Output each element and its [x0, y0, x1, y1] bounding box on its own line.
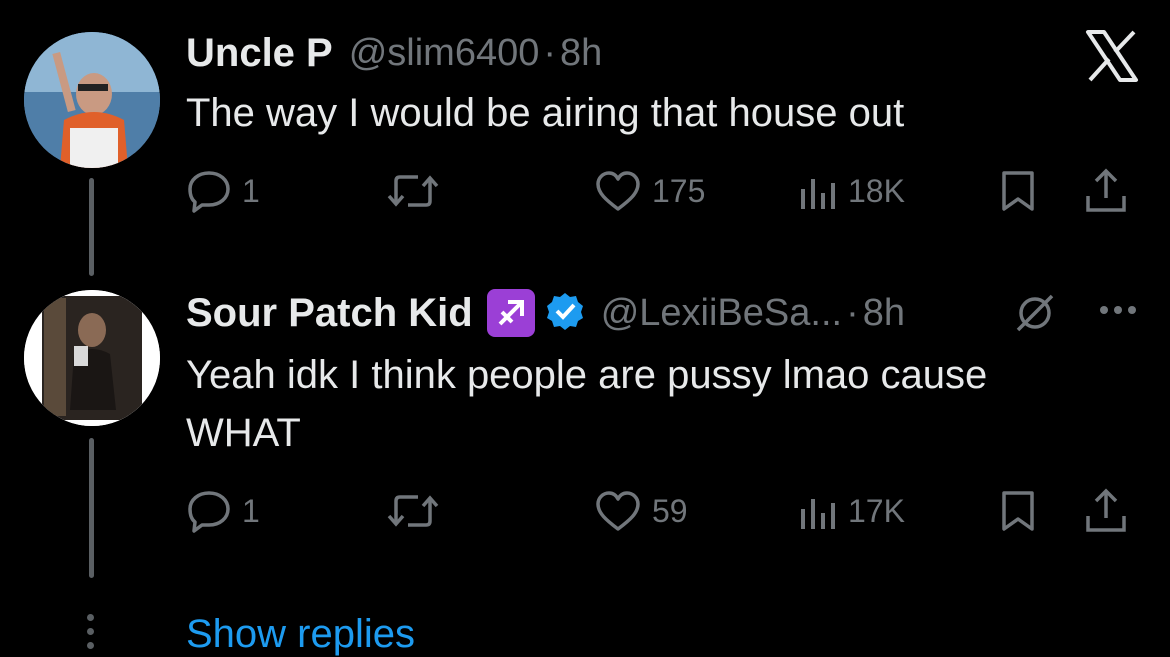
retweet-button[interactable] [386, 486, 440, 536]
bookmark-icon [998, 489, 1038, 533]
view-count: 17K [848, 492, 905, 529]
like-button[interactable]: 59 [594, 486, 688, 536]
reply-count: 1 [242, 492, 260, 529]
more-icon[interactable] [1096, 288, 1140, 337]
views-button[interactable]: 17K [798, 486, 905, 536]
action-bar: 1 59 17K [186, 486, 1140, 536]
retweet-icon [386, 489, 440, 533]
separator: · [846, 291, 859, 334]
like-icon [594, 489, 642, 533]
share-icon [1084, 488, 1128, 534]
views-icon [798, 489, 838, 533]
show-replies-link[interactable]: Show replies [186, 612, 415, 657]
tweet-2[interactable]: Sour Patch Kid @LexiiBeSa... · 8h Yeah i… [0, 0, 1170, 600]
bookmark-button[interactable] [998, 486, 1038, 536]
mute-icon[interactable] [1012, 290, 1058, 341]
thread-dots [86, 614, 96, 656]
reply-icon [186, 489, 232, 533]
share-button[interactable] [1084, 486, 1128, 536]
verified-icon[interactable] [545, 291, 585, 336]
reply-button[interactable]: 1 [186, 486, 260, 536]
avatar[interactable] [24, 290, 160, 426]
author-name[interactable]: Sour Patch Kid [186, 291, 473, 336]
timestamp[interactable]: 8h [863, 292, 905, 335]
thread-line [89, 438, 94, 578]
author-handle[interactable]: @LexiiBeSa... [601, 292, 842, 335]
sagittarius-icon [486, 289, 535, 337]
like-count: 59 [652, 492, 688, 529]
tweet-text: Yeah idk I think people are pussy lmao c… [186, 353, 988, 455]
